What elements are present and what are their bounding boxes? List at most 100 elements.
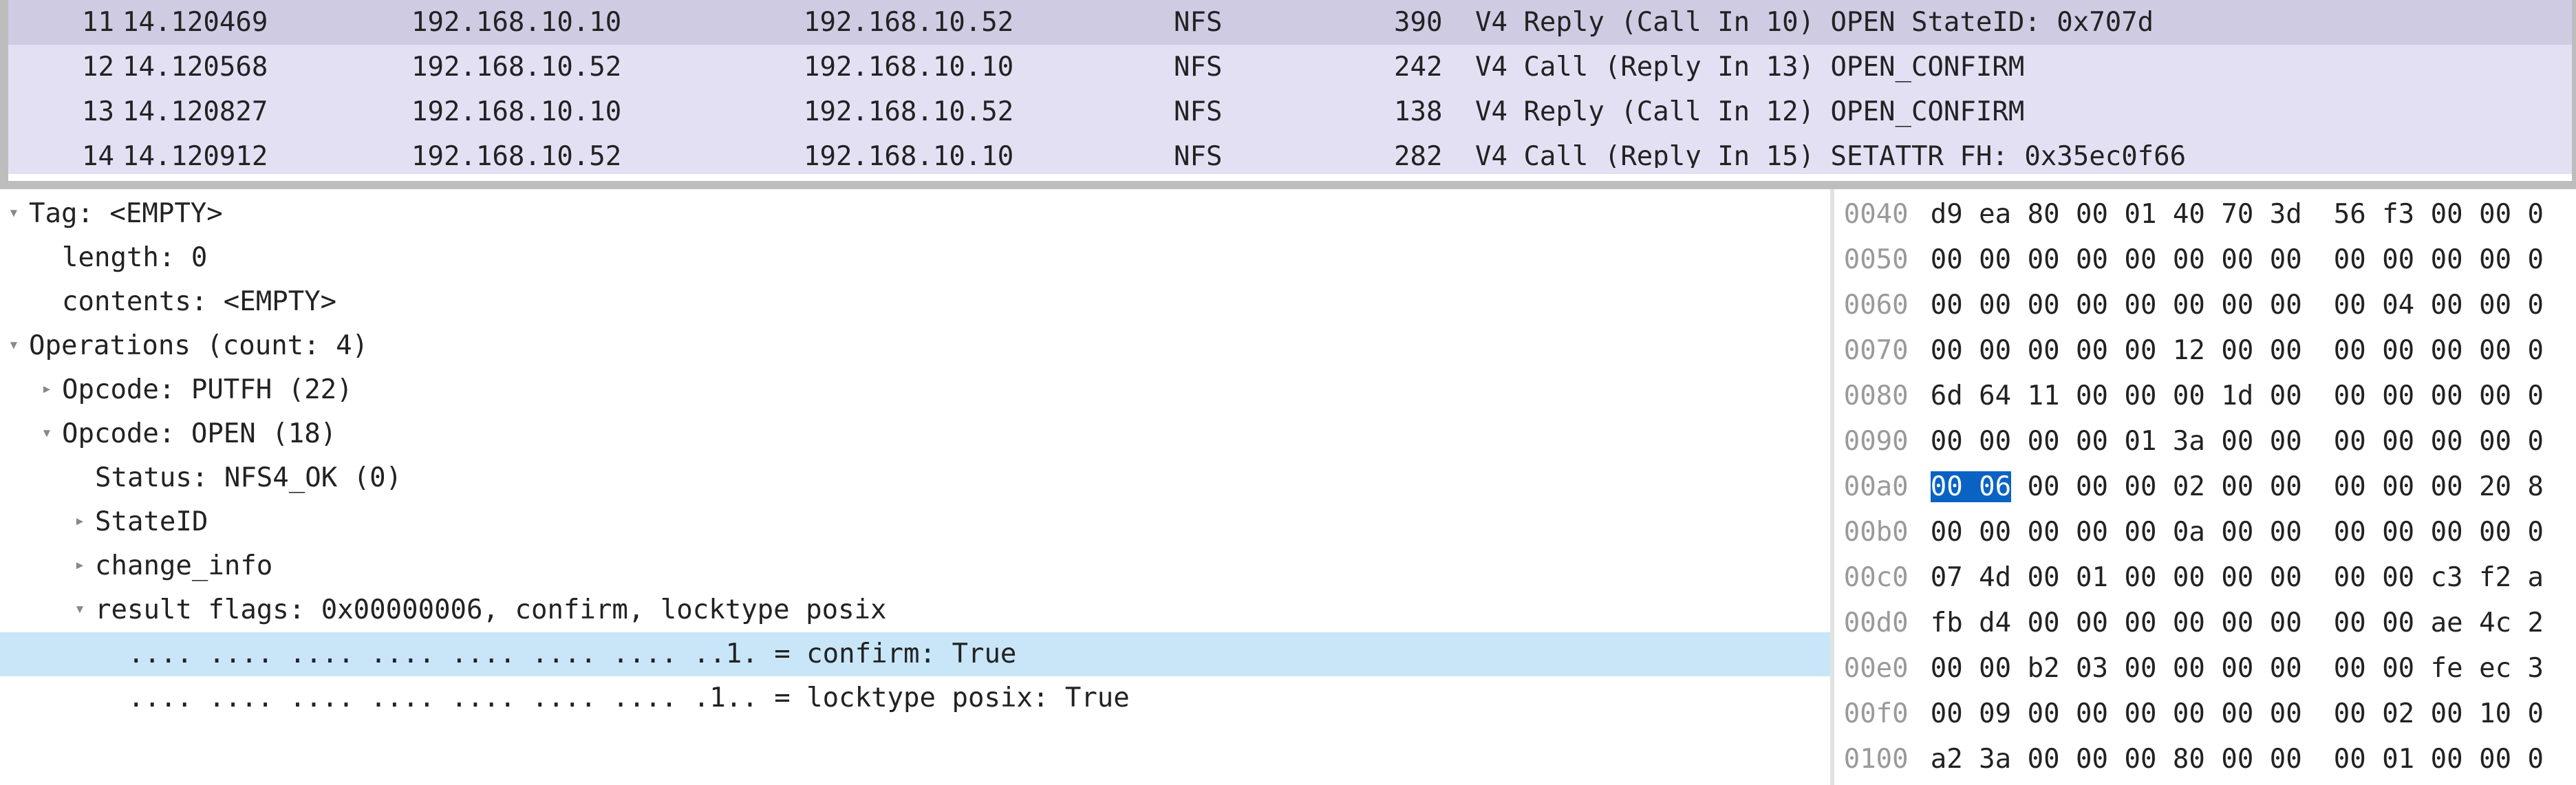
tree-row-text: StateID [94,500,208,544]
detail-tree-row[interactable]: Opcode: PUTFH (22) [0,368,1830,412]
hex-bytes-segment: fb d4 00 00 00 00 00 00 [1931,607,2302,638]
chevron-right-icon[interactable] [33,367,61,411]
hex-bytes-segment: 00 00 00 00 00 00 00 00 [1931,244,2302,275]
packet-destination: 192.168.10.10 [804,45,1174,89]
hex-offset: 0050 [1834,237,1931,283]
hex-row[interactable]: 00f000 09 00 00 00 00 00 0000 02 00 10 0 [1834,691,2576,737]
packet-length: 242 [1394,45,1475,89]
packet-protocol: NFS [1174,0,1394,45]
hex-bytes-segment: 00 00 c3 f2 a [2334,562,2544,593]
tree-row-text: Status: NFS4_OK (0) [94,456,402,500]
hex-bytes-segment: 00 01 00 00 0 [2334,744,2544,775]
lower-split: Tag: <EMPTY>length: 0contents: <EMPTY>Op… [0,189,2576,785]
hex-offset: 00b0 [1834,510,1931,555]
hex-bytes-segment: 00 00 00 00 00 0a 00 00 [1931,517,2302,548]
tree-row-text: Operations (count: 4) [28,324,368,368]
detail-tree-row[interactable]: .... .... .... .... .... .... .... ..1. … [0,632,1830,676]
packet-destination: 192.168.10.10 [804,134,1174,179]
packet-bytes-pane[interactable]: 0040d9 ea 80 00 01 40 70 3d56 f3 00 00 0… [1834,189,2576,785]
packet-number: 14 [12,134,122,179]
tree-row-text: .... .... .... .... .... .... .... .1.. … [127,676,1130,720]
hex-row[interactable]: 00a000 06 00 00 00 02 00 0000 00 00 20 8 [1834,464,2576,510]
hex-bytes-segment: a2 3a 00 00 00 80 00 00 [1931,744,2302,775]
packet-source: 192.168.10.52 [411,45,804,89]
hex-bytes: 00 00 00 00 00 12 00 0000 00 00 00 0 [1931,328,2544,374]
hex-bytes-segment: 00 00 00 00 0 [2334,335,2544,366]
hex-row[interactable]: 00e000 00 b2 03 00 00 00 0000 00 fe ec 3 [1834,646,2576,691]
tree-row-text: Opcode: PUTFH (22) [61,368,353,412]
hex-offset: 00e0 [1834,646,1931,691]
detail-tree-row[interactable]: change_info [0,544,1830,588]
tree-row-text: change_info [94,544,272,588]
hex-offset: 0100 [1834,737,1931,782]
hex-bytes-segment: 00 04 00 00 0 [2334,290,2544,321]
tree-row-text: length: 0 [61,236,207,280]
packet-list[interactable]: 1114.120469192.168.10.10192.168.10.52NFS… [0,0,2576,189]
hex-bytes-segment: 56 f3 00 00 0 [2334,199,2544,230]
tree-row-text: .... .... .... .... .... .... .... ..1. … [127,632,1016,676]
packet-row[interactable]: 1214.120568192.168.10.52192.168.10.10NFS… [8,45,2572,89]
packet-info: V4 Call (Reply In 13) OPEN_CONFIRM [1475,45,2572,89]
packet-length: 282 [1394,134,1475,179]
hex-row[interactable]: 0100a2 3a 00 00 00 80 00 00 00 01 00 00 0 [1834,737,2576,782]
detail-tree-row[interactable]: result flags: 0x00000006, confirm, lockt… [0,588,1830,632]
packet-time: 14.120827 [122,89,411,134]
hex-row[interactable]: 006000 00 00 00 00 00 00 0000 04 00 00 0 [1834,283,2576,328]
chevron-right-icon[interactable] [66,543,94,587]
chevron-down-icon[interactable] [66,587,94,631]
hex-row[interactable]: 00d0fb d4 00 00 00 00 00 0000 00 ae 4c 2 [1834,601,2576,646]
detail-tree-row[interactable]: Operations (count: 4) [0,324,1830,368]
hex-bytes: 00 00 b2 03 00 00 00 0000 00 fe ec 3 [1931,646,2544,691]
packet-details-pane[interactable]: Tag: <EMPTY>length: 0contents: <EMPTY>Op… [0,189,1830,785]
packet-row[interactable]: 1114.120469192.168.10.10192.168.10.52NFS… [8,0,2572,45]
chevron-down-icon[interactable] [0,191,28,235]
hex-bytes: 00 06 00 00 00 02 00 0000 00 00 20 8 [1931,464,2544,510]
chevron-down-icon[interactable] [33,411,61,455]
hex-row[interactable]: 009000 00 00 00 01 3a 00 0000 00 00 00 0 [1834,419,2576,464]
packet-length: 390 [1394,0,1475,45]
hex-bytes: fb d4 00 00 00 00 00 0000 00 ae 4c 2 [1931,601,2544,646]
packet-row[interactable]: 1414.120912192.168.10.52192.168.10.10NFS… [8,134,2572,174]
hex-row[interactable]: 00c007 4d 00 01 00 00 00 00 00 00 c3 f2 a [1834,555,2576,601]
hex-bytes-segment: 00 00 00 00 0 [2334,244,2544,275]
hex-row[interactable]: 00806d 64 11 00 00 00 1d 0000 00 00 00 0 [1834,374,2576,419]
hex-bytes-segment: 00 00 00 00 0 [2334,380,2544,411]
hex-offset: 00d0 [1834,601,1931,646]
packet-length: 138 [1394,89,1475,134]
packet-row[interactable]: 1314.120827192.168.10.10192.168.10.52NFS… [8,89,2572,134]
detail-tree-row[interactable]: StateID [0,500,1830,544]
chevron-down-icon[interactable] [0,323,28,367]
hex-bytes: 00 09 00 00 00 00 00 0000 02 00 10 0 [1931,691,2544,737]
detail-tree-row[interactable]: contents: <EMPTY> [0,280,1830,324]
chevron-right-icon[interactable] [66,499,94,543]
packet-time: 14.120912 [122,134,411,179]
packet-destination: 192.168.10.52 [804,89,1174,134]
hex-row[interactable]: 005000 00 00 00 00 00 00 00 00 00 00 00 0 [1834,237,2576,283]
hex-bytes-segment: 00 00 00 02 00 00 [2011,471,2302,502]
hex-offset: 00a0 [1834,464,1931,510]
detail-tree-row[interactable]: length: 0 [0,236,1830,280]
hex-offset: 00c0 [1834,555,1931,601]
packet-info: V4 Call (Reply In 15) SETATTR FH: 0x35ec… [1475,134,2572,179]
hex-bytes-segment: 00 00 00 00 01 3a 00 00 [1931,426,2302,457]
packet-destination: 192.168.10.52 [804,0,1174,45]
hex-row[interactable]: 00b000 00 00 00 00 0a 00 0000 00 00 00 0 [1834,510,2576,555]
packet-number: 11 [12,0,122,45]
hex-row[interactable]: 0040d9 ea 80 00 01 40 70 3d56 f3 00 00 0 [1834,192,2576,237]
hex-bytes-segment: 07 4d 00 01 00 00 00 00 [1931,562,2302,593]
hex-bytes: 6d 64 11 00 00 00 1d 0000 00 00 00 0 [1931,374,2544,419]
packet-source: 192.168.10.10 [411,0,804,45]
packet-source: 192.168.10.10 [411,89,804,134]
hex-row[interactable]: 007000 00 00 00 00 12 00 0000 00 00 00 0 [1834,328,2576,374]
detail-tree-row[interactable]: .... .... .... .... .... .... .... .1.. … [0,676,1830,720]
tree-row-text: Tag: <EMPTY> [28,192,223,236]
hex-bytes: a2 3a 00 00 00 80 00 00 00 01 00 00 0 [1931,737,2544,782]
detail-tree-row[interactable]: Tag: <EMPTY> [0,192,1830,236]
packet-protocol: NFS [1174,134,1394,179]
packet-source: 192.168.10.52 [411,134,804,179]
detail-tree-row[interactable]: Opcode: OPEN (18) [0,412,1830,456]
hex-bytes-segment: 00 00 fe ec 3 [2334,653,2544,684]
detail-tree-row[interactable]: Status: NFS4_OK (0) [0,456,1830,500]
hex-offset: 00f0 [1834,691,1931,737]
hex-bytes-segment: 00 02 00 10 0 [2334,698,2544,729]
